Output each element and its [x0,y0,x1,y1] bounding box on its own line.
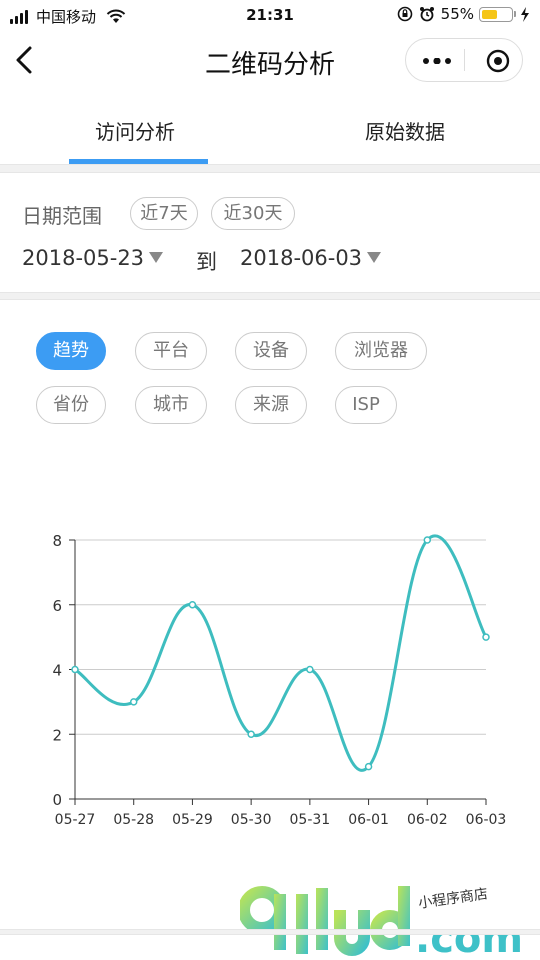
watermark-subtitle: 小程序商店 [417,886,489,912]
last-30-days-button[interactable]: 近30天 [211,197,295,230]
x-tick-label: 06-03 [466,812,507,828]
filter-city[interactable]: 城市 [135,386,207,424]
tab-bar: 访问分析 原始数据 [0,100,540,164]
section-divider [0,164,540,173]
section-divider [0,292,540,300]
start-date-picker[interactable]: 2018-05-23 [22,246,164,270]
charging-icon [521,6,529,22]
data-point [364,762,373,771]
battery-percent: 55% [440,5,474,23]
screen: 中国移动 21:31 55% 二维码分析 访问分析 原始数据 日期范围 近7天 … [0,0,540,960]
last-7-days-button[interactable]: 近7天 [130,197,198,230]
alarm-icon [419,7,434,22]
y-tick-label: 6 [52,597,62,615]
x-tick-label: 06-01 [348,812,389,828]
data-point [129,698,138,706]
filter-browser[interactable]: 浏览器 [335,332,427,370]
close-target-icon[interactable] [486,49,510,73]
data-point [71,665,79,674]
x-tick-label: 05-28 [113,812,154,828]
end-date-value: 2018-06-03 [240,246,363,270]
data-point [482,633,490,641]
status-right: 55% [397,5,530,23]
watermark-url: .com [415,916,524,960]
data-point [423,536,432,544]
orientation-lock-icon [397,6,412,22]
series-line [74,534,488,772]
mini-program-capsule [405,38,523,82]
dropdown-arrow-icon [367,251,382,263]
x-tick-label: 05-30 [231,812,272,828]
y-tick-label: 4 [52,662,62,680]
watermark-logo [240,886,410,956]
data-point [247,730,255,738]
x-tick-label: 06-02 [407,812,448,828]
filter-device[interactable]: 设备 [235,332,307,370]
battery-icon [479,6,513,22]
capsule-divider [464,49,465,71]
section-divider [0,929,540,935]
date-range-label: 日期范围 [22,204,102,228]
nav-bar: 二维码分析 [0,32,540,88]
battery-tip [514,11,516,17]
tab-visit-analysis[interactable]: 访问分析 [0,116,270,145]
data-point [306,665,314,674]
battery-fill [482,9,497,19]
dropdown-arrow-icon [149,251,164,263]
filter-platform[interactable]: 平台 [135,332,207,370]
data-point [188,601,197,609]
start-date-value: 2018-05-23 [22,246,145,270]
x-tick-label: 05-29 [172,812,213,828]
filter-isp[interactable]: ISP [335,386,397,424]
status-bar: 中国移动 21:31 55% [0,0,540,32]
to-label: 到 [196,250,217,274]
x-tick-label: 05-31 [290,812,331,828]
filter-trend[interactable]: 趋势 [36,332,106,370]
y-tick-label: 2 [52,726,62,744]
filter-source[interactable]: 来源 [235,386,307,424]
y-tick-label: 8 [52,532,62,550]
y-tick-label: 0 [52,791,62,809]
x-tick-label: 05-27 [55,812,96,828]
filter-province[interactable]: 省份 [36,386,106,424]
end-date-picker[interactable]: 2018-06-03 [240,246,382,270]
tab-raw-data[interactable]: 原始数据 [270,116,540,145]
more-icon[interactable] [422,58,452,64]
trend-line-chart: 0 2 4 6 8 05-27 05-28 05-29 05-30 05-31 06-01 06-02… [52,532,507,828]
